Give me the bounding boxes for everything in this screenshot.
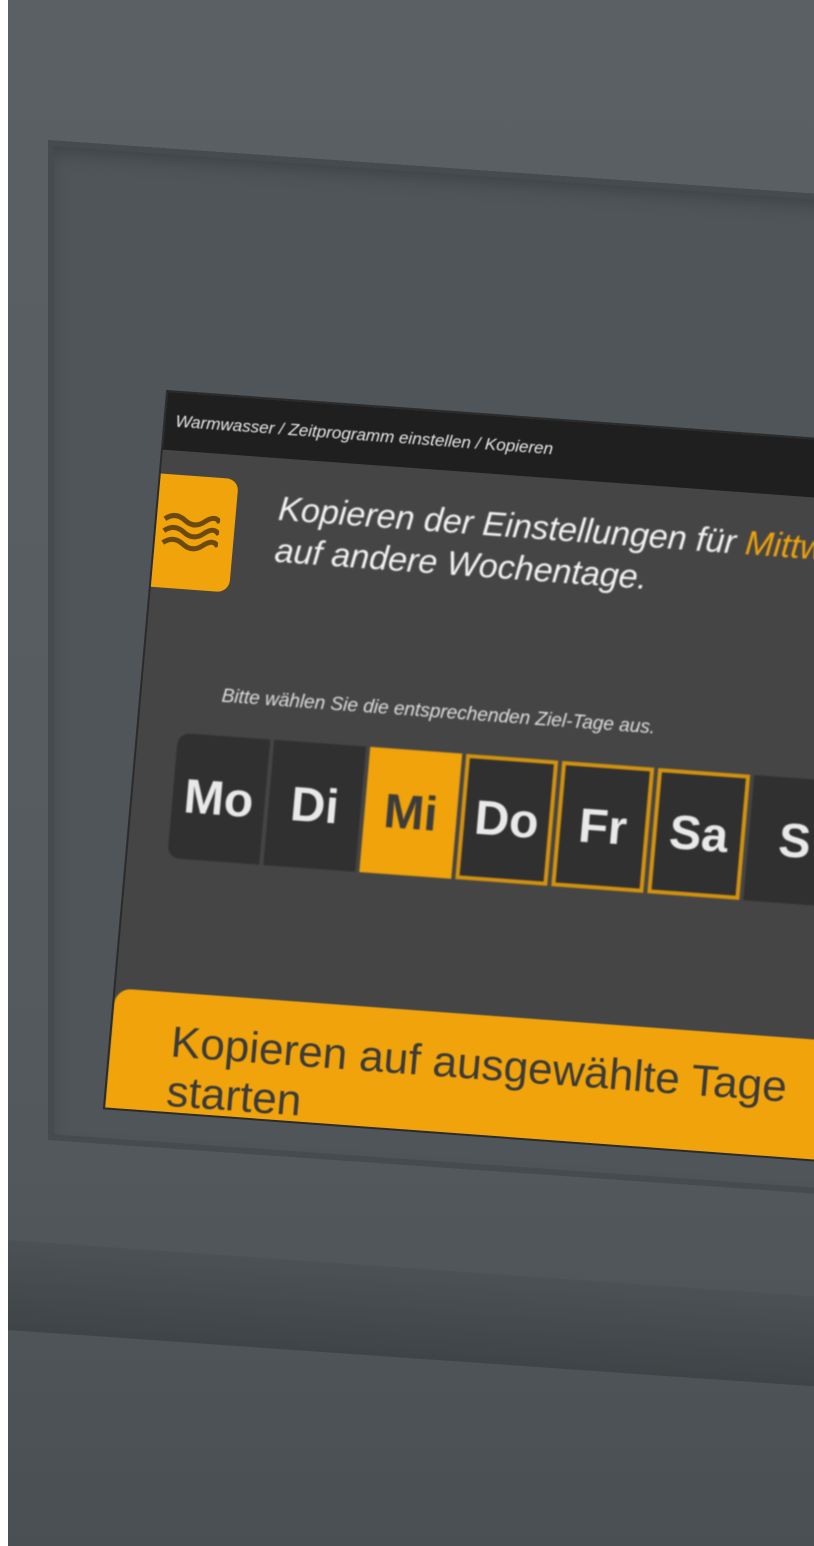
source-day: Mittwoch — [743, 524, 814, 573]
touch-screen: Warmwasser / Zeitprogramm einstellen / K… — [105, 392, 814, 1161]
housing-ridge — [8, 1240, 814, 1393]
breadcrumb: Warmwasser / Zeitprogramm einstellen / K… — [174, 411, 554, 459]
copy-message: Kopieren der Einstellungen für Mittwoch … — [273, 488, 814, 617]
day-button-di[interactable]: Di — [263, 739, 367, 872]
day-button-mi[interactable]: Mi — [359, 746, 463, 879]
day-button-so[interactable]: S — [743, 775, 814, 907]
day-button-fr[interactable]: Fr — [551, 760, 655, 893]
day-button-sa[interactable]: Sa — [647, 768, 751, 900]
day-button-do[interactable]: Do — [455, 753, 559, 886]
day-button-mo[interactable]: Mo — [167, 732, 271, 865]
device-housing: Warmwasser / Zeitprogramm einstellen / K… — [8, 0, 814, 1546]
weekday-selector: Mo Di Mi Do Fr Sa S — [167, 732, 814, 907]
